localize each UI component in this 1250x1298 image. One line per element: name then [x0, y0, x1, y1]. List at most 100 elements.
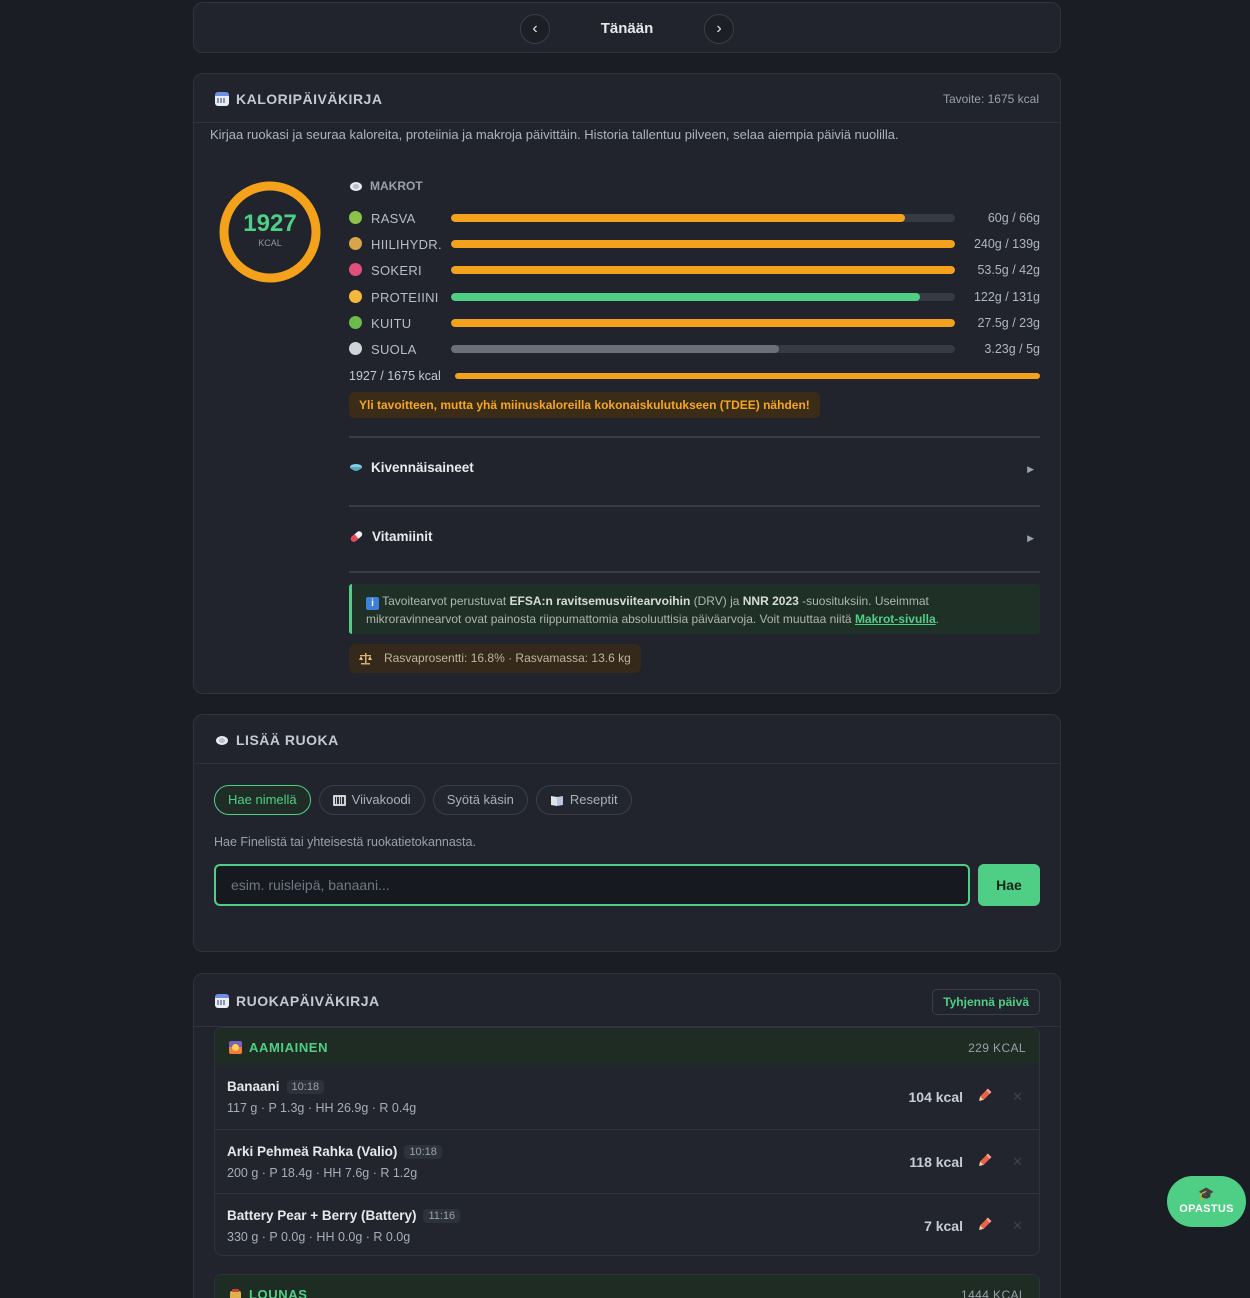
food-entry-row[interactable]: Banaani 10:18 117 g · P 1.3g · HH 26.9g · …: [215, 1065, 1039, 1129]
previous-day-button[interactable]: ‹: [520, 14, 550, 44]
macro-row: RASVA 60g / 66g: [349, 210, 1040, 226]
kcal-total-text: 1927 / 1675 kcal: [349, 369, 441, 383]
macro-value: 3.23g / 5g: [984, 342, 1040, 356]
food-kcal: 104 kcal: [908, 1089, 964, 1105]
search-button[interactable]: Hae: [978, 864, 1040, 906]
calendar-icon: [215, 92, 229, 106]
food-search-input[interactable]: [214, 864, 970, 906]
pencil-icon[interactable]: [975, 1152, 993, 1170]
tab-recipes[interactable]: Reseptit: [535, 785, 632, 815]
macro-label: SOKERI: [371, 263, 422, 278]
calendar-icon: [215, 994, 229, 1008]
food-kcal: 7 kcal: [924, 1218, 963, 1234]
plate-icon: [349, 180, 363, 192]
macro-value: 60g / 66g: [987, 211, 1040, 225]
tab-search-by-name[interactable]: Hae nimellä: [214, 785, 311, 815]
macro-row: SOKERI 53.5g / 42g: [349, 262, 1040, 278]
add-food-title: LISÄÄ RUOKA: [215, 732, 339, 748]
clear-day-button[interactable]: Tyhjennä päivä: [932, 989, 1040, 1015]
macro-progress-bar: [451, 293, 955, 301]
food-nutrients: 200 g · P 18.4g · HH 7.6g · R 1.2g: [227, 1166, 418, 1180]
macros-page-link[interactable]: Makrot-sivulla: [855, 612, 936, 626]
meal-breakfast: AAMIAINEN 229 KCAL Banaani 10:18 117 g · P…: [214, 1027, 1040, 1256]
expand-arrow-icon: ▶: [1027, 533, 1034, 543]
macro-value: 27.5g / 23g: [977, 316, 1040, 330]
meal-kcal: 229 KCAL: [968, 1041, 1026, 1055]
macro-progress-bar: [451, 319, 955, 327]
delete-icon[interactable]: ✕: [1012, 1089, 1023, 1105]
macro-icon: [349, 342, 362, 355]
calorie-diary-header: KALORIPÄIVÄKIRJA Tavoite: 1675 kcal: [194, 74, 1060, 123]
kcal-total-row: 1927 / 1675 kcal: [349, 368, 1040, 384]
pencil-icon[interactable]: [975, 1216, 993, 1234]
meal-lunch: LOUNAS 1444 KCAL: [214, 1274, 1040, 1298]
macros-heading: MAKROT: [349, 179, 423, 193]
macro-icon: [349, 237, 362, 250]
over-goal-warning: Yli tavoitteen, mutta yhä miinuskaloreil…: [349, 392, 820, 418]
add-food-header: LISÄÄ RUOKA: [194, 715, 1060, 764]
info-icon: i: [366, 597, 379, 610]
food-time: 10:18: [404, 1144, 442, 1159]
body-fat-info: Rasvaprosentti: 16.8% · Rasvamassa: 13.6…: [349, 644, 641, 673]
calorie-diary-card: KALORIPÄIVÄKIRJA Tavoite: 1675 kcal Kirj…: [193, 73, 1061, 694]
kcal-total-bar: [455, 373, 1040, 379]
macro-label: PROTEIINI: [371, 290, 439, 305]
food-diary-header: RUOKAPÄIVÄKIRJA Tyhjennä päivä: [194, 974, 1060, 1027]
calorie-diary-title: KALORIPÄIVÄKIRJA: [215, 91, 382, 107]
sunrise-icon: [229, 1041, 242, 1054]
food-name: Arki Pehmeä Rahka (Valio): [227, 1144, 398, 1159]
tab-manual-entry[interactable]: Syötä käsin: [432, 785, 528, 815]
next-day-button[interactable]: ›: [704, 14, 734, 44]
date-navigation: ‹ Tänään ›: [193, 2, 1061, 53]
macro-progress-bar: [451, 240, 955, 248]
expand-arrow-icon: ▶: [1027, 464, 1034, 474]
guide-button[interactable]: 🎓 OPASTUS: [1167, 1176, 1246, 1227]
macro-icon: [349, 290, 362, 303]
calorie-ring-value: 1927: [243, 210, 297, 237]
tab-barcode[interactable]: Viivakoodi: [318, 785, 425, 815]
macro-value: 240g / 139g: [973, 237, 1040, 251]
delete-icon[interactable]: ✕: [1012, 1218, 1023, 1234]
macro-progress-fill: [451, 293, 920, 301]
food-nutrients: 330 g · P 0.0g · HH 0.0g · R 0.0g: [227, 1230, 411, 1244]
vitamins-section-toggle[interactable]: Vitamiinit ▶: [349, 505, 1040, 575]
food-diary-title: RUOKAPÄIVÄKIRJA: [215, 993, 380, 1009]
macro-icon: [349, 263, 362, 276]
macro-value: 53.5g / 42g: [977, 263, 1040, 277]
macro-progress-fill: [451, 240, 955, 248]
pencil-icon[interactable]: [975, 1087, 993, 1105]
macro-progress-fill: [451, 266, 955, 274]
vitamins-title: Vitamiinit: [372, 529, 433, 544]
macro-row: HIILIHYDR. 240g / 139g: [349, 236, 1040, 252]
meal-kcal: 1444 KCAL: [961, 1288, 1026, 1298]
food-entry-row[interactable]: Battery Pear + Berry (Battery) 11:16 330 g…: [215, 1193, 1039, 1255]
calorie-ring-unit: KCAL: [258, 238, 282, 248]
macro-progress-bar: [451, 345, 955, 353]
macro-progress-bar: [451, 266, 955, 274]
food-entry-row[interactable]: Arki Pehmeä Rahka (Valio) 10:18 200 g · P …: [215, 1129, 1039, 1193]
delete-icon[interactable]: ✕: [1012, 1154, 1023, 1170]
food-time: 10:18: [286, 1079, 325, 1094]
minerals-title: Kivennäisaineet: [371, 460, 474, 475]
macro-progress-bar: [451, 214, 955, 222]
food-name: Banaani: [227, 1079, 280, 1094]
macro-icon: [349, 211, 362, 224]
macro-row: PROTEIINI 122g / 131g: [349, 289, 1040, 305]
current-date-label: Tänään: [600, 20, 654, 37]
meal-header: AAMIAINEN 229 KCAL: [215, 1028, 1039, 1065]
calorie-goal: Tavoite: 1675 kcal: [942, 92, 1039, 106]
minerals-section-toggle[interactable]: Kivennäisaineet ▶: [349, 436, 1040, 506]
divider: [349, 571, 1040, 573]
barcode-icon: [332, 794, 346, 806]
add-food-card: LISÄÄ RUOKA Hae nimellä Viivakoodi Syötä…: [193, 714, 1061, 952]
macro-label: RASVA: [371, 211, 416, 226]
add-food-tabs: Hae nimellä Viivakoodi Syötä käsin Resep…: [214, 785, 632, 815]
meal-name: AAMIAINEN: [249, 1040, 329, 1055]
mineral-bowl-icon: [350, 463, 362, 471]
scale-icon: [359, 653, 372, 665]
macro-progress-fill: [451, 214, 905, 222]
meal-name: LOUNAS: [249, 1287, 308, 1298]
food-kcal: 118 kcal: [909, 1154, 963, 1170]
graduation-cap-icon: 🎓: [1198, 1186, 1215, 1201]
search-hint: Hae Finelistä tai yhteisestä ruokatietok…: [214, 835, 476, 849]
